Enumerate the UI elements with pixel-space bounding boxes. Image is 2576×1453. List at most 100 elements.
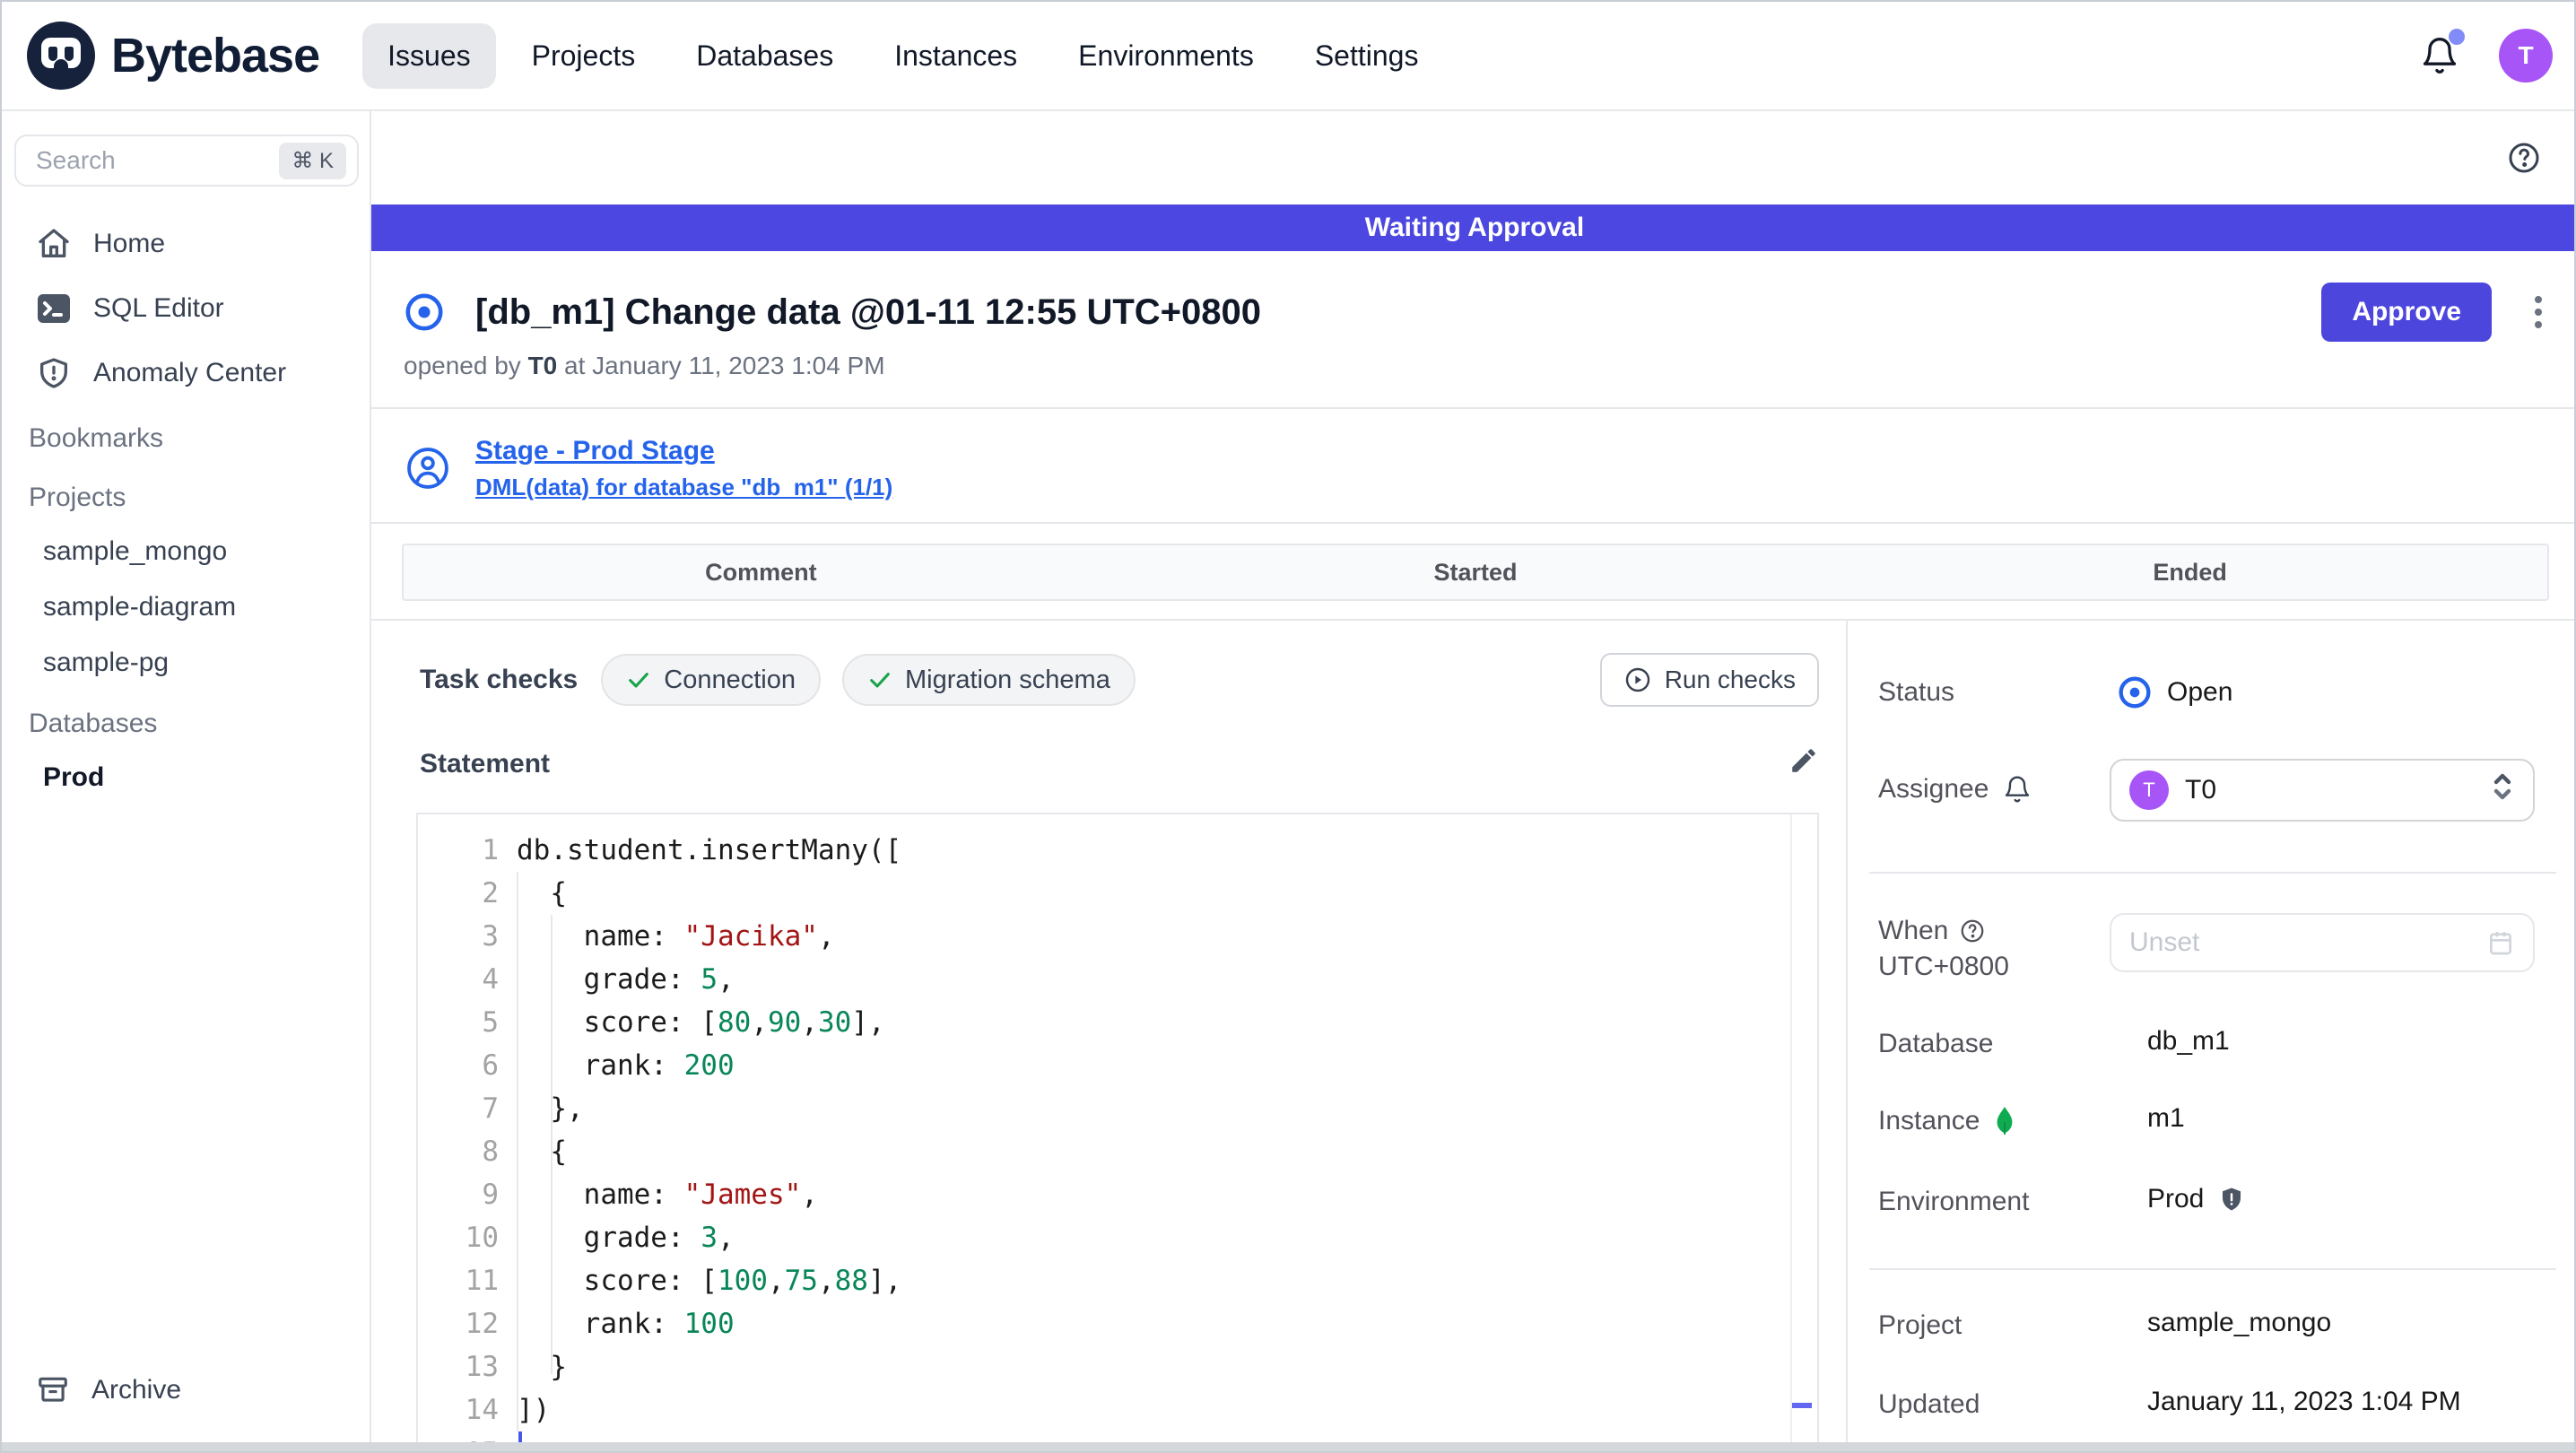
stage-task-link[interactable]: DML(data) for database "db_m1" (1/1) — [475, 474, 892, 501]
assignee-label-text: Assignee — [1878, 774, 1989, 804]
indent-guide — [517, 872, 518, 1431]
tab-instances[interactable]: Instances — [869, 23, 1042, 89]
status-label: Status — [1878, 677, 1955, 707]
sidebar-item-home[interactable]: Home — [2, 212, 370, 276]
check-badge-migration-schema: Migration schema — [841, 654, 1136, 706]
updated-label: Updated — [1878, 1389, 1980, 1419]
tab-databases[interactable]: Databases — [671, 23, 858, 89]
sidebar-item-label: Home — [93, 229, 166, 258]
column-header-ended: Ended — [2153, 558, 2227, 586]
search-box[interactable]: ⌘ K — [14, 135, 359, 187]
approve-button[interactable]: Approve — [2321, 283, 2492, 342]
issue-title: [db_m1] Change data @01-11 12:55 UTC+080… — [475, 291, 1262, 332]
stage-row: Stage - Prod Stage DML(data) for databas… — [404, 420, 892, 517]
sidebar-project-sample-diagram[interactable]: sample-diagram — [2, 579, 370, 635]
database-label: Database — [1878, 1029, 1994, 1058]
status-banner: Waiting Approval — [371, 204, 2574, 251]
run-checks-label: Run checks — [1664, 666, 1796, 693]
environment-value[interactable]: Prod — [2147, 1184, 2245, 1214]
edit-pencil-icon[interactable] — [1788, 745, 1819, 783]
statement-code-editor[interactable]: 1 db.student.insertMany([2 {3 name: "Jaci… — [416, 813, 1819, 1446]
search-input[interactable] — [36, 146, 280, 175]
sidebar: ⌘ K Home SQL Editor Anomaly Center — [2, 111, 371, 1446]
stage-link[interactable]: Stage - Prod Stage — [475, 436, 892, 466]
help-icon[interactable] — [2506, 140, 2542, 176]
check-badge-label: Migration schema — [904, 665, 1110, 694]
sidebar-section-projects: Projects — [29, 483, 126, 512]
sidebar-item-archive[interactable]: Archive — [2, 1358, 370, 1423]
project-row: Project sample_mongo — [1878, 1308, 2556, 1344]
environment-row: Environment Prod — [1878, 1184, 2556, 1220]
tab-settings[interactable]: Settings — [1290, 23, 1444, 89]
divider — [371, 522, 2574, 524]
issue-title-row: [db_m1] Change data @01-11 12:55 UTC+080… — [404, 273, 2553, 352]
calendar-icon — [2490, 932, 2511, 955]
check-badge-label: Connection — [664, 665, 796, 694]
search-shortcut-kbd: ⌘ K — [279, 142, 346, 179]
database-value[interactable]: db_m1 — [2147, 1026, 2230, 1057]
updated-value: January 11, 2023 1:04 PM — [2147, 1387, 2461, 1416]
check-badge-connection: Connection — [601, 654, 821, 706]
notify-bell-icon[interactable] — [2003, 775, 2032, 804]
overview-ruler-cursor-mark — [1792, 1403, 1812, 1408]
statement-row: Statement — [420, 739, 1819, 789]
window-edge — [2, 1442, 2574, 1451]
opener-name: T0 — [527, 352, 558, 379]
home-icon — [36, 226, 72, 262]
bytebase-logo[interactable]: Bytebase — [27, 22, 320, 90]
issue-opened-by: opened by T0 at January 11, 2023 1:04 PM — [404, 352, 885, 380]
sidebar-item-sql-editor[interactable]: SQL Editor — [2, 276, 370, 341]
stage-user-circle-icon — [404, 444, 452, 492]
tab-projects[interactable]: Projects — [507, 23, 661, 89]
help-row — [371, 111, 2574, 204]
tab-issues[interactable]: Issues — [362, 22, 496, 89]
when-input[interactable] — [2129, 927, 2486, 958]
when-datetime-field[interactable] — [2110, 913, 2535, 972]
divider — [371, 407, 2574, 409]
sidebar-section-bookmarks: Bookmarks — [29, 423, 164, 453]
project-value[interactable]: sample_mongo — [2147, 1308, 2331, 1338]
project-label: Project — [1878, 1310, 1962, 1340]
task-checks-row: Task checks Connection Migration schema … — [420, 653, 1819, 707]
assignee-label: Assignee — [1878, 774, 2032, 805]
app-window: Bytebase Issues Projects Databases Insta… — [0, 0, 2576, 1453]
instance-row: Instance m1 — [1878, 1103, 2556, 1139]
instance-value[interactable]: m1 — [2147, 1103, 2185, 1134]
opened-prefix: opened by — [404, 352, 521, 379]
detail-split: Task checks Connection Migration schema … — [371, 619, 2574, 1446]
instance-label: Instance — [1878, 1106, 2015, 1136]
sidebar-project-sample-pg[interactable]: sample-pg — [2, 635, 370, 691]
database-row: Database db_m1 — [1878, 1026, 2556, 1062]
avatar[interactable]: T — [2499, 29, 2553, 83]
updated-row: Updated January 11, 2023 1:04 PM — [1878, 1387, 2556, 1423]
status-value: Open — [2117, 669, 2232, 716]
task-run-table-header: Comment Started Ended — [402, 544, 2549, 601]
status-text: Open — [2167, 677, 2233, 707]
assignee-avatar: T — [2129, 770, 2169, 810]
sidebar-item-anomaly-center[interactable]: Anomaly Center — [2, 341, 370, 405]
play-circle-icon — [1625, 667, 1649, 692]
opened-time: at January 11, 2023 1:04 PM — [564, 352, 885, 379]
notification-dot — [2449, 29, 2465, 45]
overview-ruler — [1790, 814, 1792, 1446]
assignee-value: T0 — [2185, 775, 2217, 805]
question-circle-icon — [1962, 919, 1984, 943]
sidebar-project-sample-mongo[interactable]: sample_mongo — [2, 524, 370, 579]
main-nav: Issues Projects Databases Instances Envi… — [362, 22, 1444, 89]
run-checks-button[interactable]: Run checks — [1599, 653, 1819, 707]
protected-shield-icon — [2223, 1188, 2241, 1211]
when-label-text: When — [1878, 916, 1949, 945]
assignee-select[interactable]: T T0 — [2110, 759, 2535, 822]
check-icon — [870, 673, 890, 688]
sidebar-item-label: Anomaly Center — [93, 358, 287, 387]
divider — [1869, 1268, 2556, 1270]
sidebar-database-prod[interactable]: Prod — [2, 750, 370, 805]
code-lines: 1 db.student.insertMany([2 {3 name: "Jaci… — [465, 834, 902, 1446]
more-options-kebab-icon[interactable] — [2524, 287, 2553, 337]
task-detail-column: Task checks Connection Migration schema … — [371, 621, 1846, 1446]
chevron-up-down-icon — [2490, 770, 2515, 810]
tab-environments[interactable]: Environments — [1053, 23, 1279, 89]
issue-open-status-icon — [404, 291, 445, 333]
instance-label-text: Instance — [1878, 1106, 1980, 1135]
notification-bell-icon[interactable] — [2420, 29, 2465, 75]
